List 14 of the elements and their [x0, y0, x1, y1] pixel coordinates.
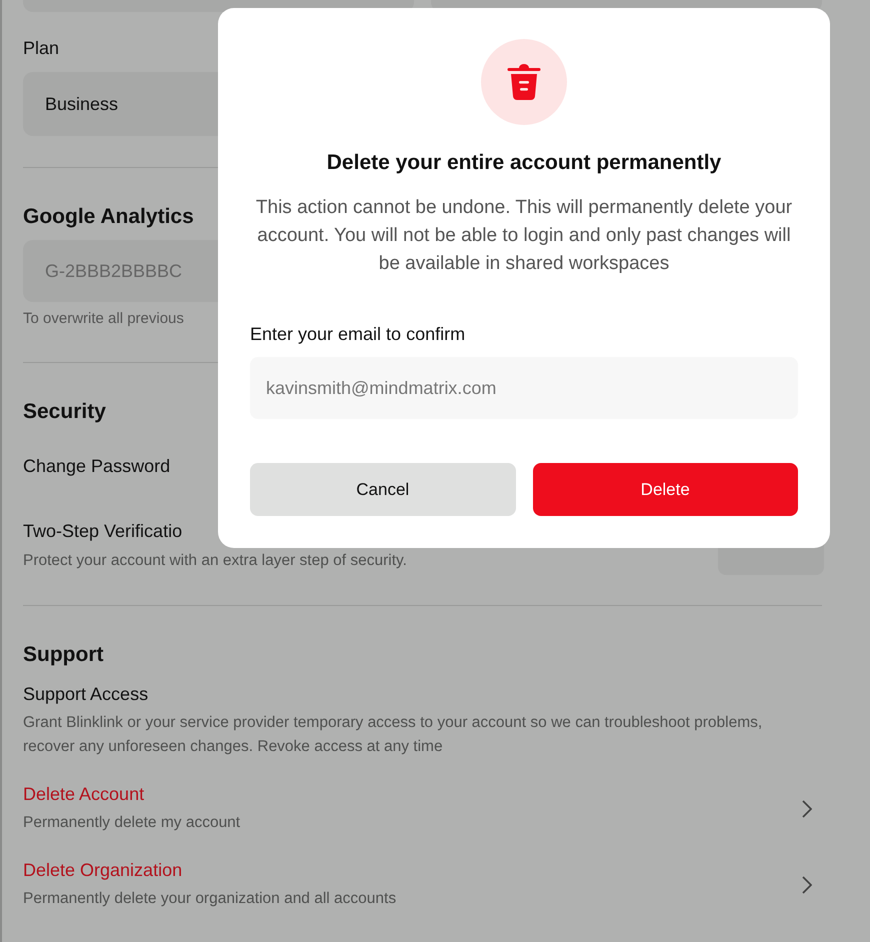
field-label: Plan: [23, 37, 60, 60]
field-label: Enter your email to confirm: [250, 323, 466, 346]
section-heading: Security: [23, 400, 106, 424]
setting-description: Permanently delete my account: [23, 813, 240, 833]
dialog-title: Delete your entire account permanently: [326, 150, 722, 176]
dialog-message: This action cannot be undone. This will permanently delete your account. You will not be able to login and only past changes will be available in shared workspaces: [254, 196, 794, 276]
setting-description: Grant Blinklink or your service provider temporary access to your account so we can troubleshoot problems, recover any unforeseen changes. Revoke access at any time: [23, 713, 764, 757]
section-heading: Google Analytics: [23, 205, 194, 229]
setting-title: Support Access: [23, 683, 148, 706]
setting-description: Protect your account with an extra layer step of security.: [23, 551, 407, 571]
setting-title: Two-Step Verificatio: [23, 520, 184, 543]
field-hint: To overwrite all previous: [23, 309, 184, 329]
section-heading: Support: [23, 643, 104, 667]
setting-description: Permanently delete your organization and all accounts: [23, 889, 396, 909]
